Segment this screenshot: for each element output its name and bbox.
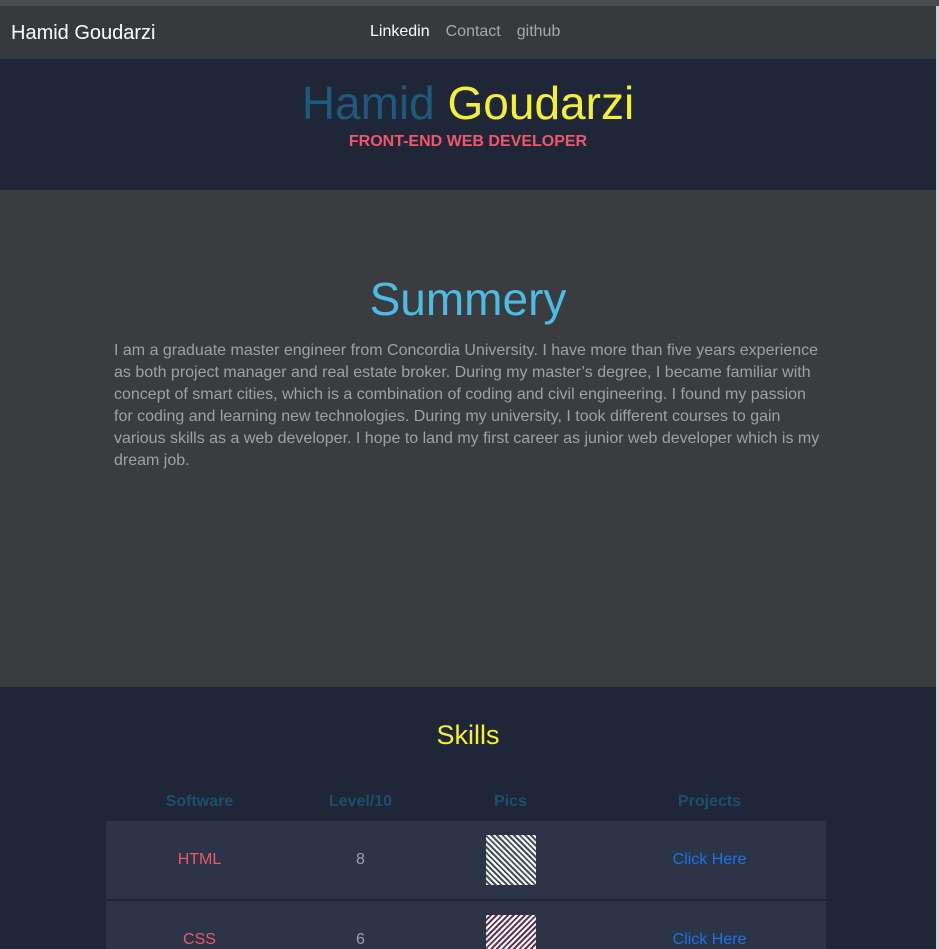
- nav-link-contact[interactable]: Contact: [446, 23, 501, 41]
- skills-title: Skills: [436, 720, 500, 750]
- navbar: Hamid Goudarzi Linkedin Contact github: [0, 6, 939, 59]
- html-thumbnail: [485, 835, 536, 885]
- level-cell: 8: [356, 851, 365, 868]
- summary-text: I am a graduate master engineer from Con…: [114, 342, 820, 469]
- pic-cell: [428, 820, 593, 900]
- header-level: Level/10: [328, 793, 393, 810]
- nav-link-github[interactable]: github: [517, 23, 561, 41]
- nav-links: Linkedin Contact github: [370, 23, 560, 41]
- project-cell: Click Here: [593, 900, 826, 949]
- portfolio-page: Hamid Goudarzi Linkedin Contact github H…: [0, 0, 939, 949]
- skills-table: Software Level/10 Pics Projects HTML 8 C…: [106, 785, 826, 949]
- header-projects: Projects: [677, 793, 742, 810]
- hero-title: Hamid Goudarzi: [0, 77, 936, 129]
- skills-table-header: Software Level/10 Pics Projects: [106, 785, 826, 820]
- software-cell: CSS: [183, 931, 216, 948]
- hero-last-name: Goudarzi: [447, 77, 635, 129]
- project-link[interactable]: Click Here: [673, 851, 747, 868]
- summary-section: Summery I am a graduate master engineer …: [0, 190, 936, 687]
- table-row: HTML 8 Click Here: [106, 820, 826, 900]
- project-cell: Click Here: [593, 820, 826, 900]
- level-cell: 6: [356, 931, 365, 948]
- summary-title: Summery: [369, 273, 567, 325]
- header-pics: Pics: [494, 793, 527, 810]
- navbar-brand[interactable]: Hamid Goudarzi: [11, 22, 156, 45]
- css-thumbnail: [485, 915, 536, 949]
- pic-cell: [428, 900, 593, 949]
- nav-link-linkedin[interactable]: Linkedin: [370, 23, 430, 41]
- hero-section: Hamid Goudarzi FRONT-END WEB DEVELOPER: [0, 59, 936, 190]
- table-row: CSS 6 Click Here: [106, 900, 826, 949]
- hero-subtitle: FRONT-END WEB DEVELOPER: [348, 133, 588, 150]
- header-software: Software: [165, 793, 234, 810]
- hero-first-name: Hamid: [301, 77, 435, 129]
- software-cell: HTML: [177, 851, 222, 868]
- skills-section: Skills Software Level/10 Pics Projects H…: [0, 687, 936, 949]
- project-link[interactable]: Click Here: [673, 931, 747, 948]
